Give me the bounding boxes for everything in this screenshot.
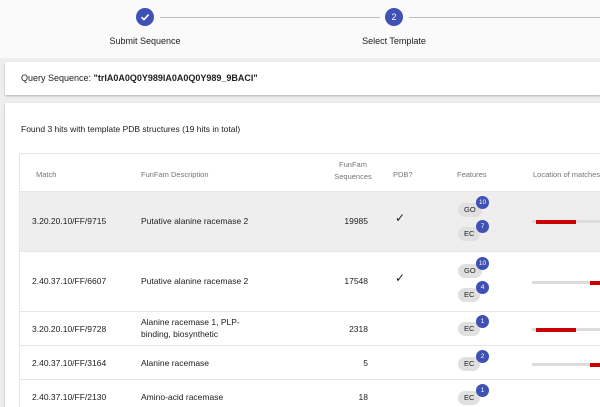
location-hit[interactable]: [589, 362, 600, 367]
match-id[interactable]: 2.40.37.10/FF/2130: [32, 392, 106, 402]
table-row[interactable]: 2.40.37.10/FF/6607 Putative alanine race…: [20, 251, 600, 311]
results-card: Found 3 hits with template PDB structure…: [5, 103, 600, 407]
column-header-sequences-line2: Sequences: [334, 172, 372, 181]
step-1-label[interactable]: Submit Sequence: [109, 36, 180, 46]
query-sequence-card: Query Sequence: "trIA0A0Q0Y989IA0A0Q0Y98…: [5, 62, 600, 95]
funfam-description: Putative alanine racemase 2: [141, 276, 249, 286]
ec-count-badge: 7: [476, 220, 489, 233]
go-count-badge: 10: [476, 257, 489, 270]
funfam-sequences: 2318: [349, 324, 368, 334]
table-row[interactable]: 2.40.37.10/FF/3164 Alanine racemase 5 EC…: [20, 345, 600, 379]
column-header-sequences[interactable]: FunFam Sequences: [328, 159, 378, 183]
check-icon: [140, 14, 150, 21]
location-track: [532, 327, 600, 332]
step-1-completed-indicator[interactable]: [136, 8, 154, 26]
funfam-sequences: 17548: [344, 276, 368, 286]
column-header-description[interactable]: FunFam Description: [141, 170, 209, 179]
table-row[interactable]: 3.20.20.10/FF/9728 Alanine racemase 1, P…: [20, 311, 600, 345]
funfam-sequences: 5: [363, 358, 368, 368]
match-id[interactable]: 3.20.20.10/FF/9715: [32, 216, 106, 226]
funfam-description: Alanine racemase: [141, 358, 210, 368]
column-header-sequences-line1: FunFam: [339, 160, 367, 169]
funfam-sequences: 19985: [344, 216, 368, 226]
query-sequence-label: Query Sequence:: [21, 73, 92, 83]
results-summary: Found 3 hits with template PDB structure…: [21, 124, 241, 134]
funfam-description: Amino-acid racemase: [141, 392, 224, 402]
results-table: Match FunFam Description FunFam Sequence…: [19, 153, 600, 407]
pdb-check-icon: ✓: [395, 211, 406, 225]
match-id[interactable]: 2.40.37.10/FF/6607: [32, 276, 106, 286]
location-hit[interactable]: [536, 327, 577, 332]
step-2-label[interactable]: Select Template: [362, 36, 426, 46]
stepper: Submit Sequence 2 Select Template: [0, 0, 600, 58]
column-header-match[interactable]: Match: [36, 170, 56, 179]
match-id[interactable]: 2.40.37.10/FF/3164: [32, 358, 106, 368]
step-connector: [160, 17, 380, 18]
location-track: [532, 362, 600, 367]
ec-count-badge: 4: [476, 281, 489, 294]
step-2-active-indicator[interactable]: 2: [385, 8, 403, 26]
match-id[interactable]: 3.20.20.10/FF/9728: [32, 324, 106, 334]
funfam-sequences: 18: [358, 392, 368, 402]
funfam-description: Putative alanine racemase 2: [141, 216, 249, 226]
ec-count-badge: 1: [476, 384, 489, 397]
table-row[interactable]: 3.20.20.10/FF/9715 Putative alanine race…: [20, 191, 600, 251]
ec-count-badge: 2: [476, 350, 489, 363]
column-header-location[interactable]: Location of matches: [533, 170, 600, 179]
funfam-description: Alanine racemase 1, PLP-binding, biosynt…: [141, 317, 240, 339]
ec-count-badge: 1: [476, 315, 489, 328]
go-count-badge: 10: [476, 196, 489, 209]
query-sequence-value: "trIA0A0Q0Y989IA0A0Q0Y989_9BACI": [93, 73, 258, 83]
query-sequence: Query Sequence: "trIA0A0Q0Y989IA0A0Q0Y98…: [21, 73, 258, 83]
location-hit[interactable]: [536, 219, 577, 224]
table-row[interactable]: 2.40.37.10/FF/2130 Amino-acid racemase 1…: [20, 379, 600, 407]
location-track: [532, 219, 600, 224]
column-header-pdb[interactable]: PDB?: [393, 170, 413, 179]
column-header-features[interactable]: Features: [457, 170, 487, 179]
pdb-check-icon: ✓: [395, 271, 406, 285]
location-track: [532, 280, 600, 285]
location-hit[interactable]: [589, 280, 600, 285]
step-connector-next: [409, 17, 600, 18]
